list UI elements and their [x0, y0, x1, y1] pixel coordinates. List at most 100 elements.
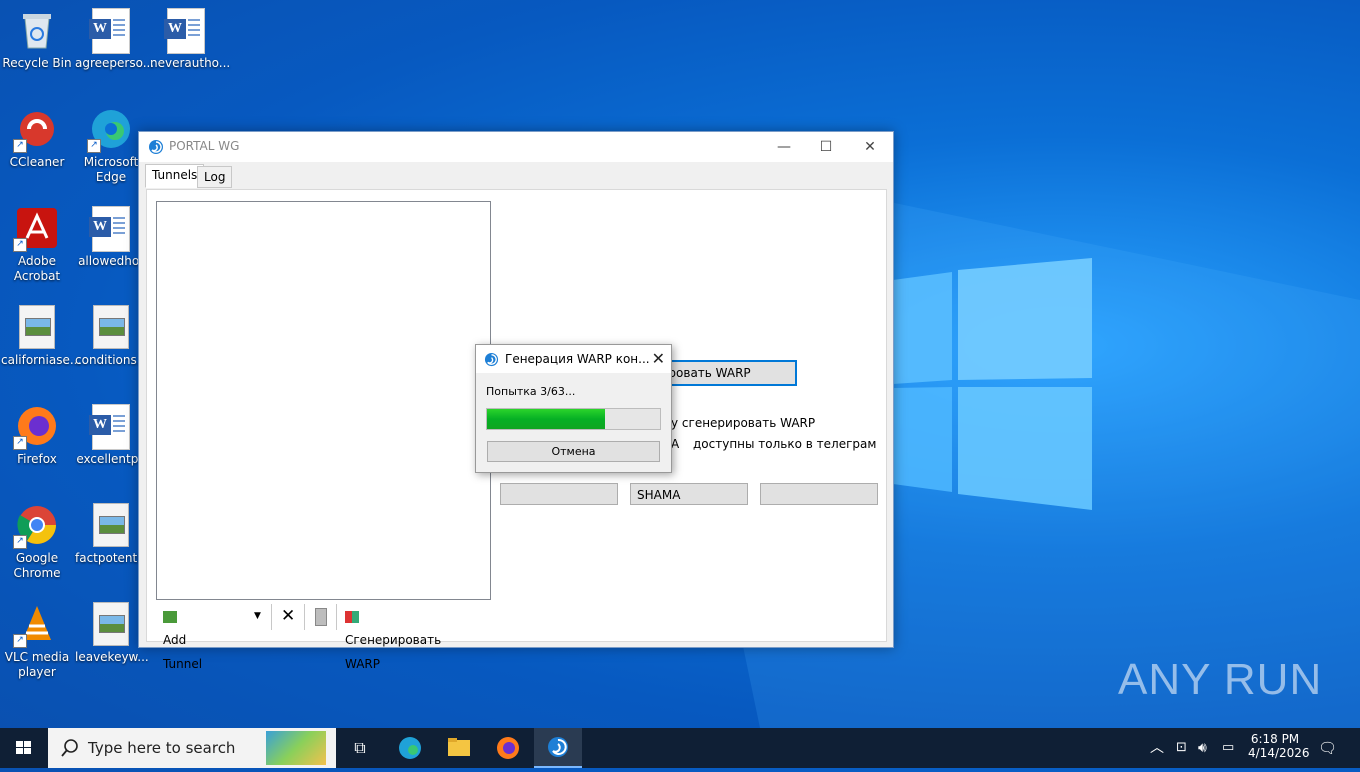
windows-start-icon — [16, 741, 31, 754]
desktop-icon-label: Firefox — [17, 452, 57, 466]
minimize-button[interactable]: — — [761, 132, 807, 162]
add-tunnel-label: Add Tunnel — [163, 633, 203, 671]
desktop-icon-label: Microsoft Edge — [83, 155, 139, 184]
telegram-info-line: доступны только в телеграм — [693, 437, 877, 451]
recycle-bin-icon — [15, 8, 59, 52]
toolbar-separator — [271, 604, 272, 630]
toolbar-separator — [336, 604, 337, 630]
dialog-title: Генерация WARP кон... — [505, 352, 650, 366]
desktop-icon-label: CCleaner — [9, 155, 65, 169]
archive-icon[interactable] — [315, 604, 327, 628]
network-icon[interactable]: ⊡ — [1176, 728, 1187, 768]
desktop-icon-neverautho[interactable]: W neverautho... — [150, 8, 230, 71]
tab-tunnels[interactable]: Tunnels — [145, 164, 205, 188]
desktop-icon-ccleaner[interactable]: ↗ CCleaner — [1, 107, 73, 170]
progress-fill — [487, 409, 605, 429]
vlc-icon: ↗ — [13, 602, 59, 648]
search-highlight-image — [266, 731, 326, 765]
notifications-icon[interactable]: 🗨︎ — [1318, 728, 1337, 768]
desktop-icon-firefox[interactable]: ↗ Firefox — [1, 404, 73, 467]
close-button[interactable]: ✕ — [847, 132, 893, 162]
desktop-icon-excellentpa[interactable]: W excellentpa — [75, 404, 147, 467]
edge-icon: ↗ — [87, 107, 133, 153]
desktop-icon-label: Google Chrome — [13, 551, 61, 580]
dialog-titlebar[interactable]: Генерация WARP кон... ✕ — [476, 345, 671, 373]
desktop-icon-chrome[interactable]: ↗ Google Chrome — [1, 503, 73, 581]
telegram-info-prefix: А — [671, 437, 680, 451]
add-tunnel-button[interactable]: Add Tunnel — [163, 604, 202, 671]
image-file-icon — [93, 305, 129, 349]
maximize-button[interactable]: ☐ — [803, 132, 849, 162]
word-document-icon: W — [89, 8, 130, 54]
desktop-icon-conditions[interactable]: conditions... — [75, 305, 148, 368]
clock-date: 4/14/2026 — [1248, 746, 1310, 760]
desktop-icon-label: VLC media player — [4, 650, 70, 679]
portal-wg-app-icon — [484, 352, 499, 367]
desktop-icon-vlc[interactable]: ↗ VLC media player — [1, 602, 73, 680]
generate-warp-button[interactable]: Сгенерировать WARP — [345, 604, 441, 671]
add-tunnel-dropdown-icon[interactable]: ▼ — [254, 604, 261, 628]
window-titlebar[interactable]: PORTAL WG — ☐ ✕ — [139, 132, 893, 162]
desktop-icon-allowedhot[interactable]: W allowedhot — [75, 206, 147, 269]
warp-info-line: у сгенерировать WARP — [671, 416, 816, 430]
toolbar-separator — [304, 604, 305, 630]
desktop-icon-edge[interactable]: ↗ Microsoft Edge — [75, 107, 147, 185]
firefox-taskbar-icon[interactable] — [484, 728, 532, 768]
start-button[interactable] — [0, 728, 48, 768]
search-icon — [61, 739, 78, 757]
ccleaner-icon: ↗ — [13, 107, 59, 153]
add-tunnel-icon — [163, 610, 177, 623]
desktop-icon-recycle-bin[interactable]: Recycle Bin — [1, 8, 73, 71]
file-explorer-icon[interactable] — [435, 728, 483, 768]
config-field-2[interactable]: SHAMA — [630, 483, 748, 505]
image-file-icon — [19, 305, 55, 349]
desktop-icon-acrobat[interactable]: ↗ Adobe Acrobat — [1, 206, 73, 284]
edge-taskbar-icon[interactable] — [386, 728, 434, 768]
tab-log[interactable]: Log — [197, 166, 233, 188]
task-view-icon[interactable]: ⧉ — [336, 728, 384, 768]
desktop-icon-label: californiase... — [1, 353, 82, 367]
desktop-icon-label: Recycle Bin — [2, 56, 72, 70]
desktop-icon-californiase[interactable]: californiase... — [1, 305, 81, 368]
desktop-icon-label: agreeperso... — [75, 56, 155, 70]
delete-icon[interactable]: ✕ — [281, 604, 295, 628]
acrobat-icon: ↗ — [13, 206, 59, 252]
generation-progress-bar — [486, 408, 661, 430]
dialog-close-icon[interactable]: ✕ — [652, 349, 665, 368]
image-file-icon — [93, 503, 129, 547]
image-file-icon — [93, 602, 129, 646]
chevron-up-icon[interactable]: ︿ — [1150, 728, 1164, 768]
display-icon[interactable]: ▭ — [1222, 728, 1234, 768]
desktop-icon-label: neverautho... — [150, 56, 231, 70]
cancel-button[interactable]: Отмена — [487, 441, 660, 462]
desktop-icon-factpotenti[interactable]: factpotenti... — [75, 503, 152, 566]
desktop-icon-label: allowedhot — [78, 254, 144, 268]
word-document-icon: W — [164, 8, 205, 54]
window-title: PORTAL WG — [169, 139, 240, 153]
desktop-icon-agreeperso[interactable]: W agreeperso... — [75, 8, 154, 71]
taskbar-search-box[interactable]: Type here to search — [48, 728, 336, 768]
clock[interactable]: 6:18 PM 4/14/2026 — [1248, 728, 1310, 768]
generate-warp-label: Сгенерировать WARP — [345, 633, 442, 671]
volume-icon[interactable]: 🔊︎ — [1198, 728, 1207, 768]
config-field-1[interactable] — [500, 483, 618, 505]
desktop-icon-label: excellentpa — [76, 452, 146, 466]
taskbar: Type here to search ⧉ ︿ ⊡ 🔊︎ ▭ 6:18 PM 4… — [0, 728, 1360, 768]
clock-time: 6:18 PM — [1250, 732, 1300, 746]
chrome-icon: ↗ — [13, 503, 59, 549]
warp-icon — [345, 610, 359, 623]
tunnel-list[interactable] — [156, 201, 491, 600]
word-document-icon: W — [89, 404, 130, 450]
desktop-icon-label: leavekeyw... — [75, 650, 149, 664]
attempt-status: Попытка 3/63... — [486, 385, 576, 398]
desktop-icon-leavekeyw[interactable]: leavekeyw... — [75, 602, 149, 665]
config-field-3[interactable] — [760, 483, 878, 505]
anyrun-watermark: ANY RUN — [1118, 655, 1323, 704]
warp-generation-dialog[interactable]: Генерация WARP кон... ✕ Попытка 3/63... … — [475, 344, 672, 473]
word-document-icon: W — [89, 206, 130, 252]
portal-wg-app-icon — [149, 140, 163, 154]
desktop-icon-label: Adobe Acrobat — [13, 254, 61, 283]
search-placeholder: Type here to search — [88, 739, 236, 757]
firefox-icon: ↗ — [13, 404, 59, 450]
portal-wg-taskbar-icon[interactable] — [534, 728, 582, 768]
